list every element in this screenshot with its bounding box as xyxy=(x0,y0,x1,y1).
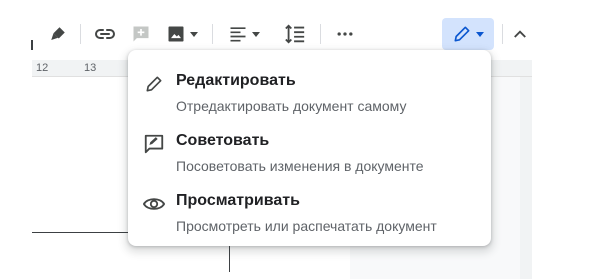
menu-item-subtitle: Посоветовать изменения в документе xyxy=(176,158,424,174)
collapse-menus-button[interactable] xyxy=(508,18,532,50)
more-options-button[interactable] xyxy=(330,18,360,50)
chevron-down-icon xyxy=(252,31,260,37)
chevron-down-icon xyxy=(476,31,484,37)
more-horiz-icon xyxy=(337,32,353,36)
image-icon xyxy=(168,26,184,42)
paint-format-icon xyxy=(51,27,65,40)
line-spacing-button[interactable] xyxy=(280,18,310,50)
menu-item-title: Просматривать xyxy=(176,192,300,209)
editing-mode-menu: Редактировать Отредактировать документ с… xyxy=(128,50,491,246)
menu-item-subtitle: Отредактировать документ самому xyxy=(176,98,407,114)
add-comment-icon xyxy=(133,26,149,42)
menu-item-title: Редактировать xyxy=(176,72,296,89)
ruler-tick-12: 12 xyxy=(36,62,49,74)
toolbar-separator xyxy=(502,24,503,44)
eye-icon xyxy=(142,192,166,216)
vertical-scrollbar[interactable] xyxy=(520,60,532,279)
editing-mode-button[interactable] xyxy=(442,18,494,50)
paint-format-button[interactable] xyxy=(44,18,72,50)
pencil-icon xyxy=(142,72,166,96)
suggest-icon xyxy=(142,132,166,156)
toolbar-separator xyxy=(212,24,213,44)
menu-item-viewing[interactable]: Просматривать Просмотреть или распечатат… xyxy=(128,174,491,234)
chevron-up-icon xyxy=(514,30,526,38)
line-spacing-icon xyxy=(285,24,305,44)
insert-link-button[interactable] xyxy=(90,18,120,50)
menu-item-suggesting[interactable]: Советовать Посоветовать изменения в доку… xyxy=(128,114,491,174)
align-button[interactable] xyxy=(222,18,266,50)
chevron-down-icon xyxy=(190,31,198,37)
menu-item-editing[interactable]: Редактировать Отредактировать документ с… xyxy=(128,54,491,114)
menu-item-title: Советовать xyxy=(176,132,270,149)
menu-item-subtitle: Просмотреть или распечатать документ xyxy=(176,218,437,234)
pencil-icon xyxy=(454,26,470,42)
add-comment-button[interactable] xyxy=(128,18,154,50)
toolbar-separator xyxy=(80,24,81,44)
toolbar-separator xyxy=(320,24,321,44)
ruler-tick-13: 13 xyxy=(84,62,97,74)
insert-image-button[interactable] xyxy=(160,18,204,50)
align-left-icon xyxy=(230,27,246,42)
link-icon xyxy=(95,29,115,39)
toolbar-left-marker xyxy=(31,40,33,50)
